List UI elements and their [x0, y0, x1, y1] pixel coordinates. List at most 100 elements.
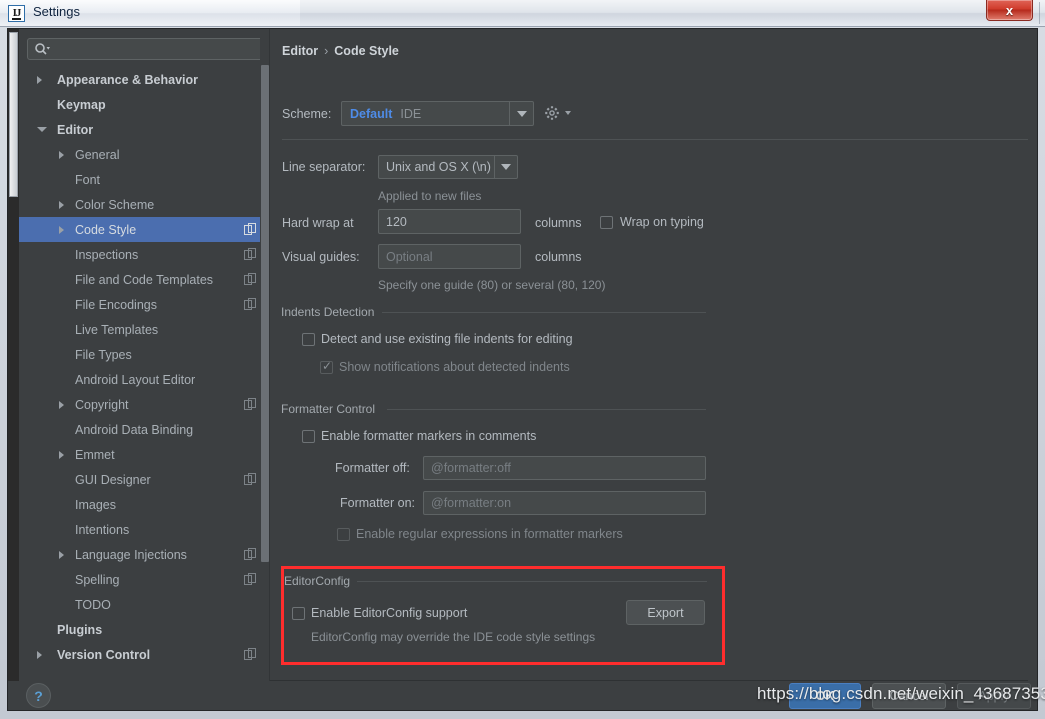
scheme-label: Scheme:	[282, 107, 332, 121]
outer-scrollbar[interactable]	[8, 29, 19, 710]
sidebar-item-label: Font	[75, 172, 101, 187]
sidebar-item-plugins[interactable]: Plugins	[19, 617, 269, 642]
breadcrumb-separator-icon: ›	[324, 44, 329, 58]
outer-scrollbar-thumb[interactable]	[9, 32, 18, 197]
sidebar-item-keymap[interactable]: Keymap	[19, 92, 269, 117]
sidebar-item-label: File Encodings	[75, 297, 157, 312]
visual-guides-input[interactable]	[378, 244, 521, 269]
sidebar-item-color-scheme[interactable]: Color Scheme	[19, 192, 269, 217]
enable-formatter-markers-label[interactable]: Enable formatter markers in comments	[321, 429, 536, 443]
enable-formatter-markers-checkbox[interactable]	[302, 430, 315, 443]
wrap-on-typing-checkbox[interactable]	[600, 216, 613, 229]
copy-settings-icon	[244, 648, 256, 660]
scheme-kind: IDE	[400, 106, 422, 121]
sidebar-item-label: File Types	[75, 347, 132, 362]
editorconfig-divider	[357, 581, 707, 582]
sidebar-item-images[interactable]: Images	[19, 492, 269, 517]
search-input[interactable]	[27, 38, 263, 60]
sidebar-item-file-types[interactable]: File Types	[19, 342, 269, 367]
sidebar-item-label: Spelling	[75, 572, 120, 587]
sidebar-item-android-layout-editor[interactable]: Android Layout Editor	[19, 367, 269, 392]
formatter-on-input[interactable]	[423, 491, 706, 515]
scheme-combobox[interactable]: Default IDE	[341, 101, 534, 126]
sidebar-item-intentions[interactable]: Intentions	[19, 517, 269, 542]
chevron-down-icon[interactable]	[37, 127, 47, 132]
sidebar-item-label: Inspections	[75, 247, 139, 262]
scheme-dropdown-arrow[interactable]	[509, 102, 533, 125]
chevron-right-icon[interactable]	[59, 225, 64, 234]
sidebar-item-label: Keymap	[57, 97, 106, 112]
line-separator-dropdown-arrow[interactable]	[494, 156, 517, 178]
export-button[interactable]: Export	[626, 600, 705, 625]
detect-indents-label[interactable]: Detect and use existing file indents for…	[321, 332, 573, 346]
sidebar-item-emmet[interactable]: Emmet	[19, 442, 269, 467]
detect-indents-checkbox[interactable]	[302, 333, 315, 346]
chevron-right-icon[interactable]	[37, 650, 42, 659]
content-right-edge	[1028, 29, 1037, 710]
sidebar-item-version-control[interactable]: Version Control	[19, 642, 269, 667]
sidebar-item-label: Plugins	[57, 622, 103, 637]
sidebar-item-live-templates[interactable]: Live Templates	[19, 317, 269, 342]
enable-editorconfig-label[interactable]: Enable EditorConfig support	[311, 606, 467, 620]
sidebar-item-android-data-binding[interactable]: Android Data Binding	[19, 417, 269, 442]
sidebar-item-label: Version Control	[57, 647, 151, 662]
wrap-on-typing-label[interactable]: Wrap on typing	[620, 215, 704, 229]
applied-to-new-files-hint: Applied to new files	[378, 189, 482, 203]
enable-regex-checkbox	[337, 528, 350, 541]
sidebar-scrollbar-thumb[interactable]	[261, 65, 269, 562]
cancel-button[interactable]: Cancel	[872, 683, 946, 709]
sidebar-item-copyright[interactable]: Copyright	[19, 392, 269, 417]
sidebar-item-label: Appearance & Behavior	[57, 72, 199, 87]
chevron-right-icon[interactable]	[37, 75, 42, 84]
line-separator-combobox[interactable]: Unix and OS X (\n)	[378, 155, 518, 179]
close-icon[interactable]: x	[986, 0, 1033, 21]
title-bar: IJ Settings x	[0, 0, 1045, 27]
sidebar-item-code-style[interactable]: Code Style	[19, 217, 269, 242]
copy-settings-icon	[244, 548, 256, 560]
sidebar-item-general[interactable]: General	[19, 142, 269, 167]
sidebar-item-file-encodings[interactable]: File Encodings	[19, 292, 269, 317]
settings-dialog: Appearance & Behavior Keymap Editor General…	[7, 28, 1038, 711]
chevron-right-icon[interactable]	[59, 450, 64, 459]
sidebar-item-label: TODO	[75, 597, 111, 612]
sidebar-item-appearance-behavior[interactable]: Appearance & Behavior	[19, 67, 269, 92]
enable-editorconfig-checkbox[interactable]	[292, 607, 305, 620]
sidebar-item-editor[interactable]: Editor	[19, 117, 269, 142]
sidebar-item-inspections[interactable]: Inspections	[19, 242, 269, 267]
scheme-settings-button[interactable]	[544, 105, 571, 121]
logo-text: IJ	[11, 6, 22, 20]
breadcrumb-parent[interactable]: Editor	[282, 44, 318, 58]
settings-sidebar: Appearance & Behavior Keymap Editor General…	[19, 29, 269, 710]
chevron-right-icon[interactable]	[59, 150, 64, 159]
sidebar-item-spelling[interactable]: Spelling	[19, 567, 269, 592]
breadcrumb-current: Code Style	[334, 44, 399, 58]
help-icon[interactable]: ?	[26, 683, 51, 708]
intellij-logo-icon: IJ	[8, 5, 25, 22]
formatter-off-input[interactable]	[423, 456, 706, 480]
chevron-right-icon[interactable]	[59, 400, 64, 409]
sidebar-item-todo[interactable]: TODO	[19, 592, 269, 617]
chevron-right-icon[interactable]	[59, 200, 64, 209]
chevron-down-icon	[516, 110, 527, 117]
scheme-divider	[282, 139, 1028, 140]
hard-wrap-input[interactable]	[378, 209, 521, 234]
sidebar-item-language-injections[interactable]: Language Injections	[19, 542, 269, 567]
sidebar-item-gui-designer[interactable]: GUI Designer	[19, 467, 269, 492]
settings-tree[interactable]: Appearance & Behavior Keymap Editor General…	[19, 67, 269, 703]
sidebar-item-file-and-code-templates[interactable]: File and Code Templates	[19, 267, 269, 292]
visual-guides-hint: Specify one guide (80) or several (80, 1…	[378, 278, 606, 292]
sidebar-item-label: Color Scheme	[75, 197, 155, 212]
ok-button[interactable]: OK	[789, 683, 861, 709]
sidebar-item-font[interactable]: Font	[19, 167, 269, 192]
code-style-panel: Editor › Code Style Scheme: Default IDE	[270, 29, 1028, 680]
sidebar-scrollbar[interactable]	[260, 29, 269, 710]
sidebar-item-label: Code Style	[75, 222, 137, 237]
sidebar-item-label: Android Data Binding	[75, 422, 194, 437]
chevron-right-icon[interactable]	[59, 550, 64, 559]
breadcrumb: Editor › Code Style	[282, 44, 399, 58]
search-field-wrapper	[27, 38, 263, 60]
copy-settings-icon	[244, 398, 256, 410]
sidebar-item-label: Copyright	[75, 397, 129, 412]
sidebar-item-label: GUI Designer	[75, 472, 151, 487]
formatter-control-divider	[387, 409, 706, 410]
